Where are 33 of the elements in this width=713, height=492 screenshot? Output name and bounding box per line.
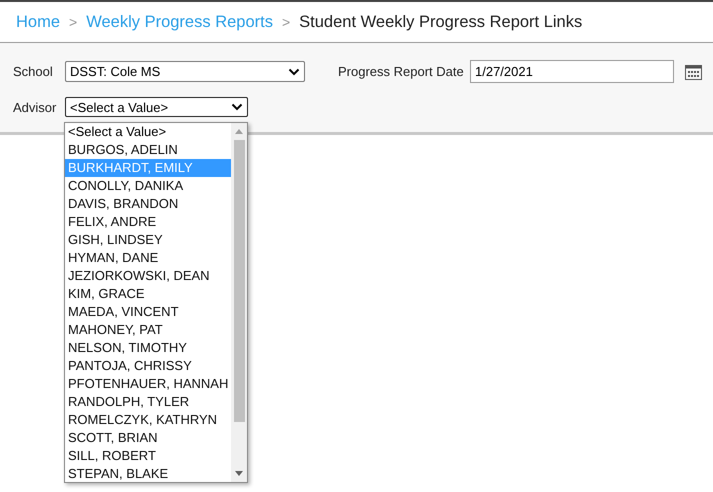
field-label: School — [13, 64, 54, 79]
calendar-icon[interactable] — [685, 64, 702, 80]
dropdown-option[interactable]: KIM, GRACE — [65, 285, 231, 303]
dropdown-option[interactable]: STEPAN, BLAKE — [65, 465, 231, 483]
dropdown-option[interactable]: RANDOLPH, TYLER — [65, 393, 231, 411]
dropdown-option[interactable]: BURGOS, ADELIN — [65, 141, 231, 159]
school-select[interactable]: DSST: Cole MS — [65, 61, 305, 82]
dropdown-option[interactable]: MAHONEY, PAT — [65, 321, 231, 339]
field-label: Progress Report Date — [338, 64, 465, 79]
dropdown-option[interactable]: ROMELCZYK, KATHRYN — [65, 411, 231, 429]
advisor-select[interactable]: <Select a Value> — [65, 97, 248, 117]
field-label: Advisor — [13, 100, 58, 114]
dropdown-option[interactable]: CONOLLY, DANIKA — [65, 177, 231, 195]
dropdown-option[interactable]: NELSON, TIMOTHY — [65, 339, 231, 357]
breadcrumb-separator: > — [69, 14, 78, 30]
dropdown-option[interactable]: JEZIORKOWSKI, DEAN — [65, 267, 231, 285]
date-input[interactable]: 1/27/2021 — [470, 60, 674, 83]
page-title: Student Weekly Progress Report Links — [299, 12, 582, 32]
chevron-down-icon — [288, 68, 300, 76]
dropdown-option[interactable]: PANTOJA, CHRISSY — [65, 357, 231, 375]
dropdown-option[interactable]: <Select a Value> — [65, 123, 231, 141]
dropdown-option[interactable]: MAEDA, VINCENT — [65, 303, 231, 321]
chevron-down-icon — [231, 103, 243, 111]
scroll-down-icon[interactable] — [235, 471, 243, 476]
scrollbar-thumb[interactable] — [234, 140, 244, 422]
dropdown-option[interactable]: PFOTENHAUER, HANNAH — [65, 375, 231, 393]
dropdown-option[interactable]: GISH, LINDSEY — [65, 231, 231, 249]
dropdown-option[interactable]: SILL, ROBERT — [65, 447, 231, 465]
breadcrumb-separator: > — [282, 14, 290, 30]
dropdown-option[interactable]: DAVIS, BRANDON — [65, 195, 231, 213]
dropdown-option[interactable]: SCOTT, BRIAN — [65, 429, 231, 447]
dropdown-option[interactable]: FELIX, ANDRE — [65, 213, 231, 231]
dropdown-option[interactable]: HYMAN, DANE — [65, 249, 231, 267]
